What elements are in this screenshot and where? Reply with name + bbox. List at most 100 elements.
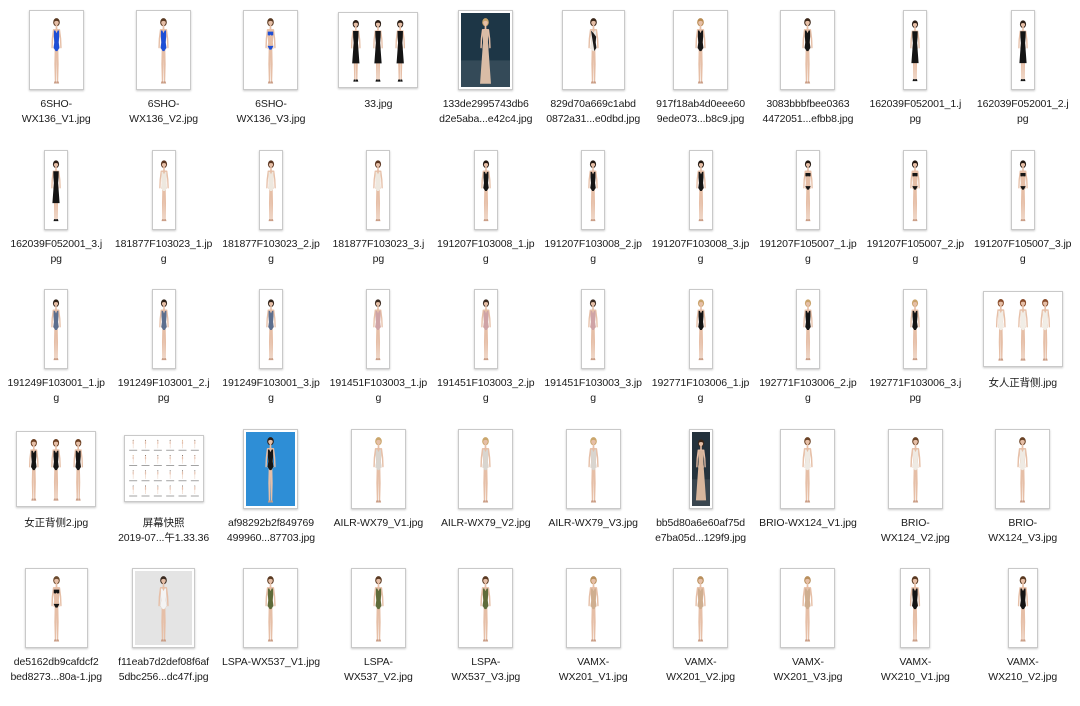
file-thumbnail[interactable]: [1011, 10, 1035, 90]
file-thumbnail[interactable]: [366, 289, 390, 369]
file-thumbnail[interactable]: [243, 568, 298, 648]
file-name[interactable]: 192771F103006_1.jp g: [652, 376, 749, 406]
thumbnail-slot[interactable]: [862, 8, 969, 92]
file-name[interactable]: de5162db9cafdcf2 bed8273...80a-1.jpg: [10, 655, 102, 685]
file-name[interactable]: f11eab7d2def08f6af 5dbc256...dc47f.jpg: [118, 655, 209, 685]
thumbnail-slot[interactable]: [647, 287, 754, 371]
file-name[interactable]: 6SHO- WX136_V1.jpg: [22, 97, 91, 127]
thumbnail-slot[interactable]: [3, 287, 110, 371]
file-item[interactable]: 191207F105007_3.jp g: [969, 148, 1076, 288]
file-name[interactable]: 191249F103001_3.jp g: [222, 376, 319, 406]
thumbnail-slot[interactable]: [754, 287, 861, 371]
thumbnail-slot[interactable]: [325, 427, 432, 511]
thumbnail-slot[interactable]: [325, 8, 432, 92]
thumbnail-slot[interactable]: [754, 566, 861, 650]
file-item[interactable]: 191249F103001_2.j pg: [110, 287, 217, 427]
thumbnail-slot[interactable]: [432, 287, 539, 371]
file-item[interactable]: 181877F103023_1.jp g: [110, 148, 217, 288]
file-name[interactable]: 181877F103023_3.j pg: [333, 237, 425, 267]
file-item[interactable]: LSPA- WX537_V3.jpg: [432, 566, 539, 706]
thumbnail-slot[interactable]: [969, 287, 1076, 371]
file-name[interactable]: af98292b2f849769 499960...87703.jpg: [227, 516, 315, 546]
file-item[interactable]: 191207F103008_3.jp g: [647, 148, 754, 288]
file-item[interactable]: 192771F103006_2.jp g: [754, 287, 861, 427]
file-name[interactable]: 191207F105007_3.jp g: [974, 237, 1071, 267]
file-thumbnail[interactable]: [689, 150, 713, 230]
file-thumbnail[interactable]: [152, 289, 176, 369]
file-name[interactable]: 181877F103023_1.jp g: [115, 237, 212, 267]
file-item[interactable]: 162039F052001_1.j pg: [862, 8, 969, 148]
file-name[interactable]: 33.jpg: [364, 97, 392, 112]
file-thumbnail[interactable]: [796, 289, 820, 369]
file-name[interactable]: LSPA-WX537_V1.jpg: [222, 655, 320, 670]
file-name[interactable]: 191207F103008_1.jp g: [437, 237, 534, 267]
file-item[interactable]: 191451F103003_2.jp g: [432, 287, 539, 427]
file-thumbnail[interactable]: [458, 429, 513, 509]
thumbnail-slot[interactable]: [539, 287, 646, 371]
thumbnail-slot[interactable]: [539, 148, 646, 232]
file-item[interactable]: AILR-WX79_V2.jpg: [432, 427, 539, 567]
file-item[interactable]: 6SHO- WX136_V2.jpg: [110, 8, 217, 148]
file-name[interactable]: VAMX- WX201_V2.jpg: [666, 655, 735, 685]
file-item[interactable]: 191451F103003_3.jp g: [539, 287, 646, 427]
file-name[interactable]: AILR-WX79_V3.jpg: [548, 516, 637, 531]
file-name[interactable]: 女人正背侧.jpg: [988, 376, 1057, 391]
file-thumbnail[interactable]: [562, 10, 625, 90]
file-name[interactable]: VAMX- WX201_V3.jpg: [774, 655, 843, 685]
thumbnail-slot[interactable]: [110, 148, 217, 232]
thumbnail-slot[interactable]: [110, 566, 217, 650]
file-thumbnail[interactable]: [44, 289, 68, 369]
file-thumbnail[interactable]: [136, 10, 191, 90]
file-thumbnail[interactable]: [259, 289, 283, 369]
file-item[interactable]: 162039F052001_3.j pg: [3, 148, 110, 288]
file-thumbnail[interactable]: [689, 429, 713, 509]
thumbnail-slot[interactable]: [217, 566, 324, 650]
thumbnail-slot[interactable]: [539, 8, 646, 92]
file-item[interactable]: 女正背侧2.jpg: [3, 427, 110, 567]
file-item[interactable]: VAMX- WX201_V1.jpg: [539, 566, 646, 706]
file-item[interactable]: af98292b2f849769 499960...87703.jpg: [217, 427, 324, 567]
file-thumbnail[interactable]: [995, 429, 1050, 509]
file-item[interactable]: 191207F105007_2.jp g: [862, 148, 969, 288]
file-name[interactable]: 3083bbbfbee0363 4472051...efbb8.jpg: [762, 97, 853, 127]
file-name[interactable]: 191207F103008_2.jp g: [544, 237, 641, 267]
file-thumbnail[interactable]: [474, 289, 498, 369]
file-item[interactable]: bb5d80a6e60af75d e7ba05d...129f9.jpg: [647, 427, 754, 567]
thumbnail-slot[interactable]: [3, 427, 110, 511]
file-thumbnail[interactable]: [474, 150, 498, 230]
file-item[interactable]: 191249F103001_3.jp g: [217, 287, 324, 427]
thumbnail-slot[interactable]: [432, 8, 539, 92]
file-item[interactable]: 191207F105007_1.jp g: [754, 148, 861, 288]
file-name[interactable]: 屏幕快照 2019-07...午1.33.36: [118, 516, 209, 546]
file-thumbnail[interactable]: [259, 150, 283, 230]
file-name[interactable]: 191249F103001_1.jp g: [7, 376, 104, 406]
thumbnail-slot[interactable]: [754, 427, 861, 511]
file-name[interactable]: VAMX- WX201_V1.jpg: [559, 655, 628, 685]
thumbnail-slot[interactable]: [862, 287, 969, 371]
thumbnail-slot[interactable]: [539, 427, 646, 511]
file-item[interactable]: VAMX- WX201_V2.jpg: [647, 566, 754, 706]
file-thumbnail[interactable]: [780, 429, 835, 509]
file-thumbnail[interactable]: [581, 289, 605, 369]
file-name[interactable]: 6SHO- WX136_V2.jpg: [129, 97, 198, 127]
file-thumbnail[interactable]: [903, 10, 927, 90]
thumbnail-slot[interactable]: [862, 148, 969, 232]
file-thumbnail[interactable]: [243, 429, 298, 509]
file-name[interactable]: 191249F103001_2.j pg: [118, 376, 210, 406]
file-name[interactable]: BRIO- WX124_V2.jpg: [881, 516, 950, 546]
file-item[interactable]: VAMX- WX210_V2.jpg: [969, 566, 1076, 706]
file-item[interactable]: VAMX- WX201_V3.jpg: [754, 566, 861, 706]
thumbnail-slot[interactable]: [325, 566, 432, 650]
file-item[interactable]: VAMX- WX210_V1.jpg: [862, 566, 969, 706]
file-item[interactable]: 6SHO- WX136_V1.jpg: [3, 8, 110, 148]
thumbnail-slot[interactable]: [110, 8, 217, 92]
file-name[interactable]: bb5d80a6e60af75d e7ba05d...129f9.jpg: [655, 516, 746, 546]
file-item[interactable]: f11eab7d2def08f6af 5dbc256...dc47f.jpg: [110, 566, 217, 706]
file-name[interactable]: 181877F103023_2.jp g: [222, 237, 319, 267]
file-name[interactable]: 917f18ab4d0eee60 9ede073...b8c9.jpg: [656, 97, 745, 127]
thumbnail-slot[interactable]: [647, 427, 754, 511]
file-item[interactable]: 162039F052001_2.j pg: [969, 8, 1076, 148]
file-item[interactable]: 829d70a669c1abd 0872a31...e0dbd.jpg: [539, 8, 646, 148]
file-item[interactable]: AILR-WX79_V3.jpg: [539, 427, 646, 567]
file-name[interactable]: LSPA- WX537_V2.jpg: [344, 655, 413, 685]
